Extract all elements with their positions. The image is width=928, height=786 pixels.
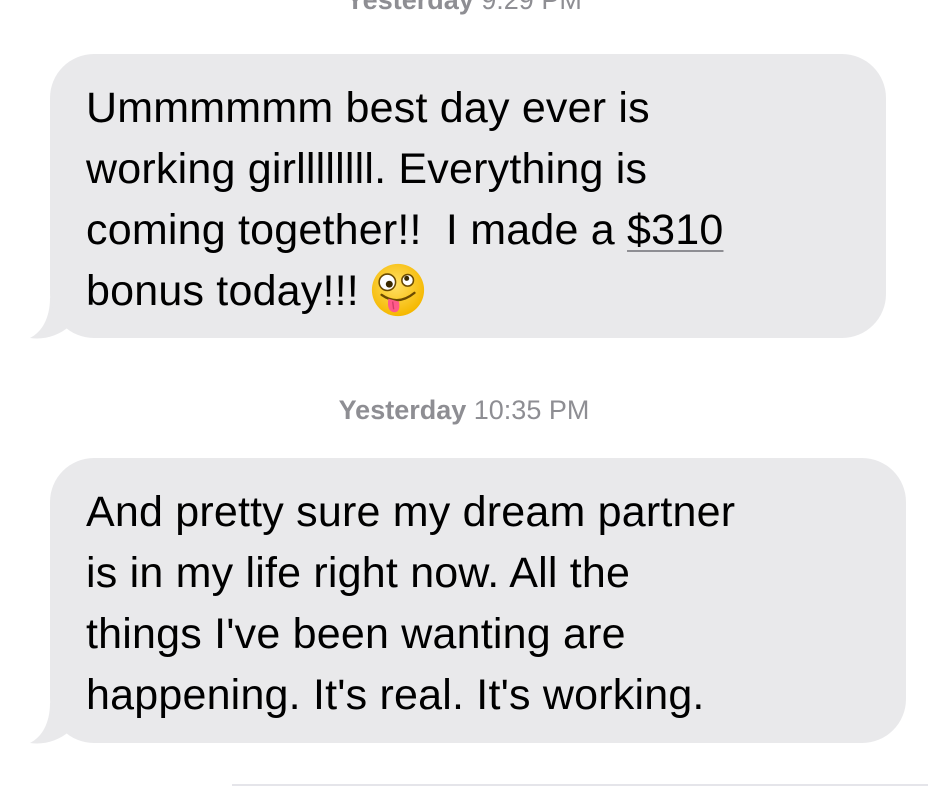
message-line-text: coming together!! I made a [86,206,628,254]
timestamp-message-1: Yesterday 9:29 PM [0,0,928,16]
money-amount-link[interactable]: $310 [627,206,723,254]
zany-face-emoji-icon [371,263,425,316]
message-line: is in my life right now. All the [86,549,631,597]
timestamp-time: 9:29 PM [481,0,582,15]
timestamp-day: Yesterday [338,395,467,425]
message-line: bonus today!!! [86,261,846,323]
message-line: working girllllllll. Everything is [86,145,648,193]
message-line: things I've been wanting are [86,610,626,658]
timestamp-message-2: Yesterday 10:35 PM [0,394,928,426]
incoming-message-bubble[interactable]: And pretty sure my dream partner is in m… [50,458,906,743]
message-line-text: bonus today!!! [86,267,359,315]
incoming-message-bubble[interactable]: Ummmmmm best day ever is working girllll… [50,54,886,338]
message-line: coming together!! I made a $310 [86,200,846,261]
message-line: happening. It's real. It's working. [86,671,705,719]
timestamp-day: Yesterday [346,0,474,15]
message-line: And pretty sure my dream partner [86,488,736,536]
timestamp-time: 10:35 PM [473,395,590,425]
message-line: Ummmmmm best day ever is [86,84,650,132]
